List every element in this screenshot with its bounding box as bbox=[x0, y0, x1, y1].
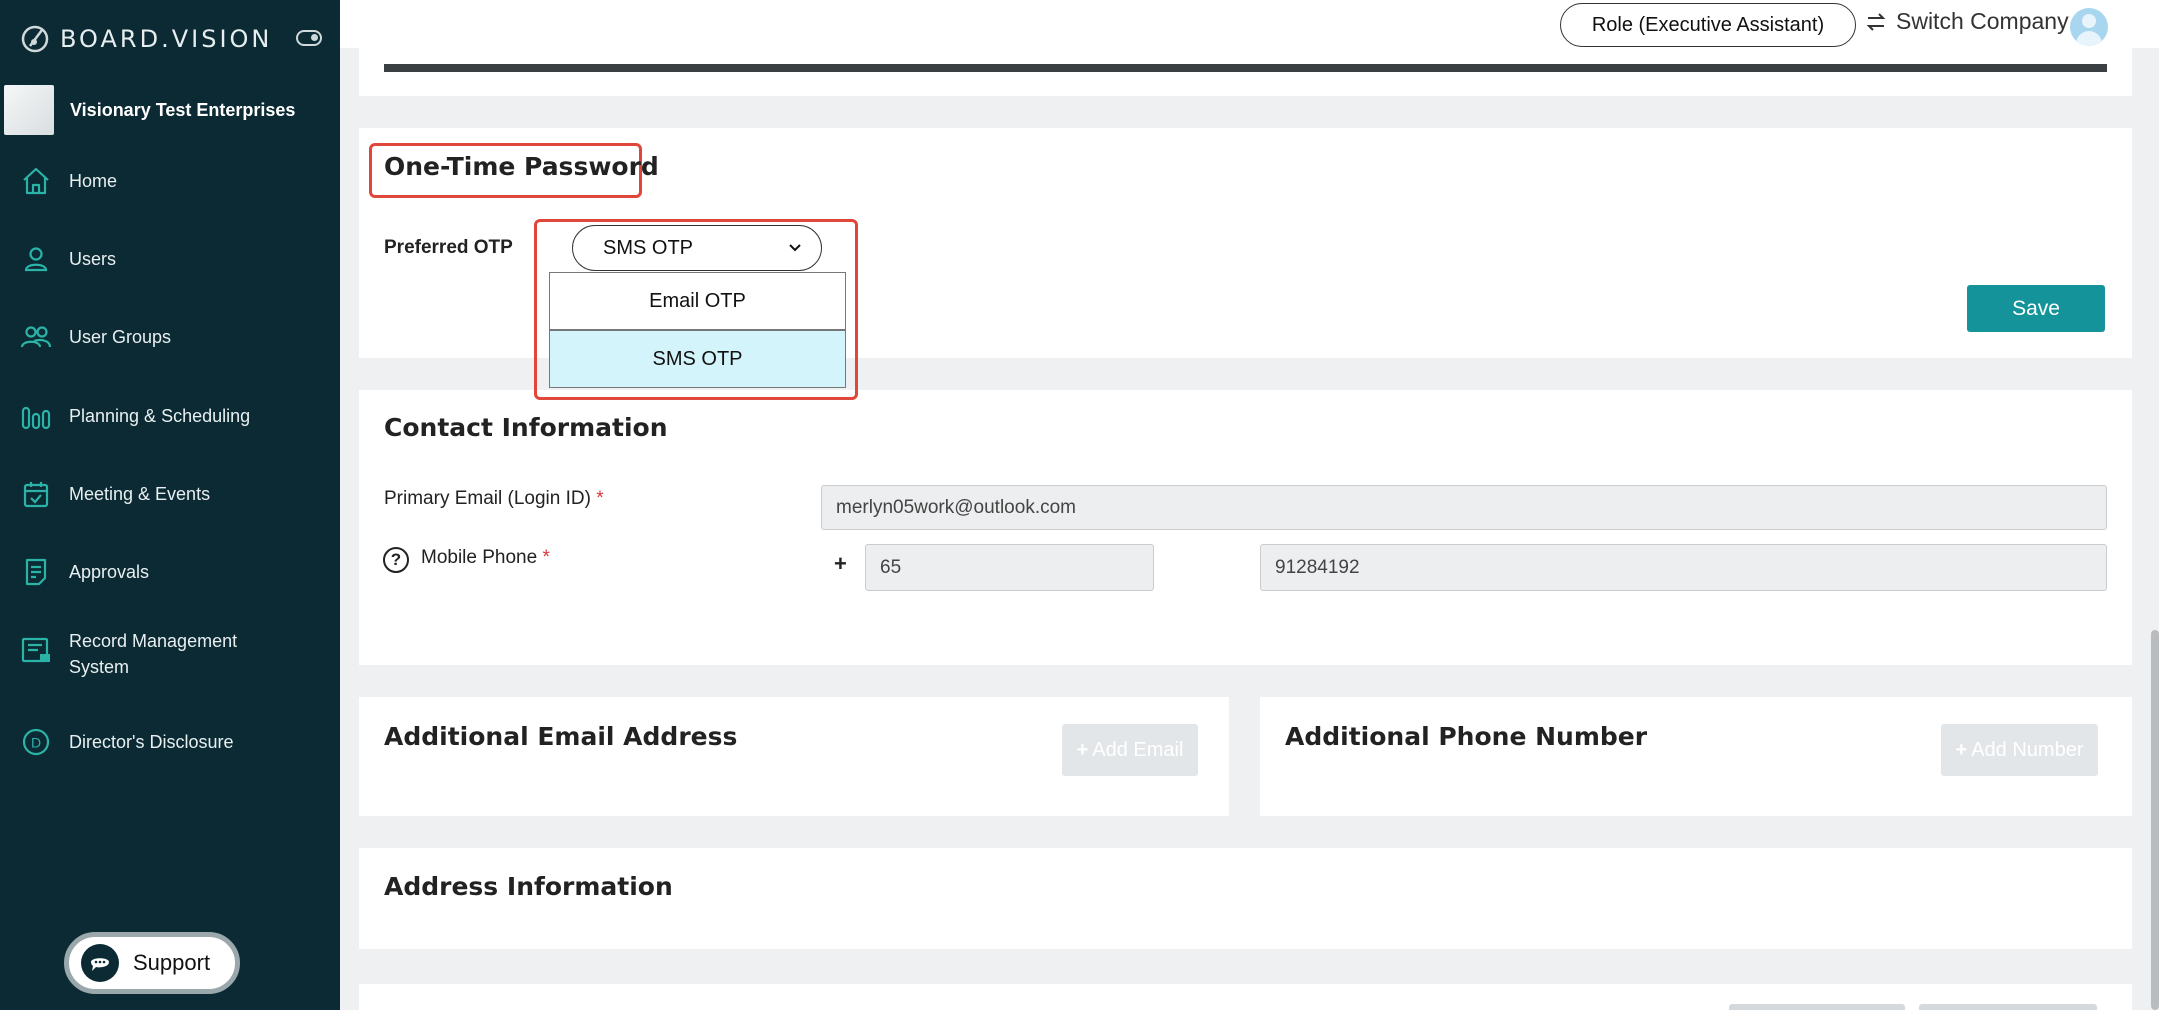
home-icon bbox=[20, 165, 52, 197]
board-vision-logo-icon bbox=[21, 25, 49, 53]
svg-text:D: D bbox=[31, 735, 41, 751]
preferred-otp-value: SMS OTP bbox=[603, 236, 694, 259]
primary-email-field[interactable]: merlyn05work@outlook.com bbox=[821, 485, 2107, 530]
previous-section-card bbox=[359, 48, 2132, 96]
company-selector[interactable]: Visionary Test Enterprises bbox=[0, 80, 340, 140]
sidebar-item-label-line2: System bbox=[69, 657, 130, 677]
country-code-field[interactable]: 65 bbox=[865, 544, 1154, 591]
otp-option-sms[interactable]: SMS OTP bbox=[549, 330, 846, 388]
sidebar-item-label: Record Management bbox=[69, 631, 238, 651]
folder-icon bbox=[20, 634, 52, 666]
primary-email-label: Primary Email (Login ID) * bbox=[384, 488, 604, 510]
users-icon bbox=[20, 321, 52, 353]
plus-icon: + bbox=[1076, 738, 1089, 761]
next-section-button[interactable] bbox=[1919, 1004, 2097, 1010]
sidebar-item-label: Approvals bbox=[69, 562, 150, 582]
mobile-phone-label: Mobile Phone * bbox=[421, 547, 550, 569]
otp-option-email[interactable]: Email OTP bbox=[549, 272, 846, 330]
address-section-title: Address Information bbox=[384, 872, 673, 901]
sidebar-item-label: Director's Disclosure bbox=[69, 732, 234, 752]
additional-email-title: Additional Email Address bbox=[384, 722, 738, 751]
brand[interactable]: BOARD.VISION bbox=[18, 22, 272, 56]
sidebar-item-meeting-events[interactable]: Meeting & Events bbox=[0, 478, 340, 510]
required-mark: * bbox=[542, 547, 550, 568]
document-icon bbox=[20, 556, 52, 588]
page-scrollbar[interactable] bbox=[2151, 630, 2159, 1010]
sidebar-item-directors-disclosure[interactable]: D Director's Disclosure bbox=[0, 726, 340, 758]
add-number-label: Add Number bbox=[1971, 738, 2084, 761]
bars-icon bbox=[20, 400, 52, 432]
sidebar-item-users[interactable]: Users bbox=[0, 246, 340, 272]
support-button[interactable]: Support bbox=[64, 932, 240, 994]
sidebar-toggle-icon[interactable] bbox=[296, 30, 322, 46]
d-circle-icon: D bbox=[20, 726, 52, 758]
sidebar-item-record-management[interactable]: Record Management System bbox=[0, 628, 340, 680]
sidebar-item-label: Home bbox=[69, 171, 118, 191]
mobile-phone-field[interactable]: 91284192 bbox=[1260, 544, 2107, 591]
plus-icon: + bbox=[1955, 738, 1968, 761]
help-icon[interactable]: ? bbox=[383, 547, 409, 573]
switch-company-button[interactable]: Switch Company bbox=[1864, 8, 2069, 35]
required-mark: * bbox=[596, 488, 604, 509]
support-label: Support bbox=[133, 950, 211, 975]
primary-email-label-text: Primary Email (Login ID) bbox=[384, 488, 591, 509]
country-code-plus: + bbox=[834, 551, 847, 576]
mobile-phone-label-text: Mobile Phone bbox=[421, 547, 538, 568]
sidebar-item-label: Users bbox=[69, 249, 117, 269]
add-number-button[interactable]: + Add Number bbox=[1941, 724, 2098, 776]
contact-section-title: Contact Information bbox=[384, 413, 668, 442]
sidebar-item-planning-scheduling[interactable]: Planning & Scheduling bbox=[0, 400, 340, 432]
switch-company-label: Switch Company bbox=[1896, 8, 2069, 34]
sidebar-item-approvals[interactable]: Approvals bbox=[0, 556, 340, 588]
role-button[interactable]: Role (Executive Assistant) bbox=[1560, 3, 1856, 47]
preferred-otp-label: Preferred OTP bbox=[384, 237, 513, 258]
sidebar-item-home[interactable]: Home bbox=[0, 165, 340, 197]
next-section-button[interactable] bbox=[1729, 1004, 1905, 1010]
user-avatar[interactable] bbox=[2070, 8, 2108, 46]
chat-icon bbox=[81, 944, 119, 982]
sidebar-item-label: User Groups bbox=[69, 327, 172, 347]
user-icon bbox=[20, 243, 52, 275]
company-logo bbox=[4, 85, 54, 135]
previous-section-bar bbox=[384, 64, 2107, 72]
chevron-down-icon bbox=[789, 244, 801, 252]
additional-phone-title: Additional Phone Number bbox=[1285, 722, 1648, 751]
sidebar-item-label: Planning & Scheduling bbox=[69, 406, 251, 426]
add-email-label: Add Email bbox=[1092, 738, 1184, 761]
sidebar-item-label: Meeting & Events bbox=[69, 484, 211, 504]
sidebar: BOARD.VISION Visionary Test Enterprises … bbox=[0, 0, 340, 1010]
add-email-button[interactable]: + Add Email bbox=[1062, 724, 1198, 776]
sidebar-item-user-groups[interactable]: User Groups bbox=[0, 324, 340, 350]
save-button[interactable]: Save bbox=[1967, 285, 2105, 332]
otp-section-title: One-Time Password bbox=[384, 152, 659, 181]
company-name: Visionary Test Enterprises bbox=[70, 99, 296, 120]
swap-icon bbox=[1866, 12, 1886, 31]
brand-name: BOARD.VISION bbox=[60, 25, 273, 53]
calendar-icon bbox=[20, 478, 52, 510]
preferred-otp-select[interactable]: SMS OTP bbox=[572, 225, 822, 271]
